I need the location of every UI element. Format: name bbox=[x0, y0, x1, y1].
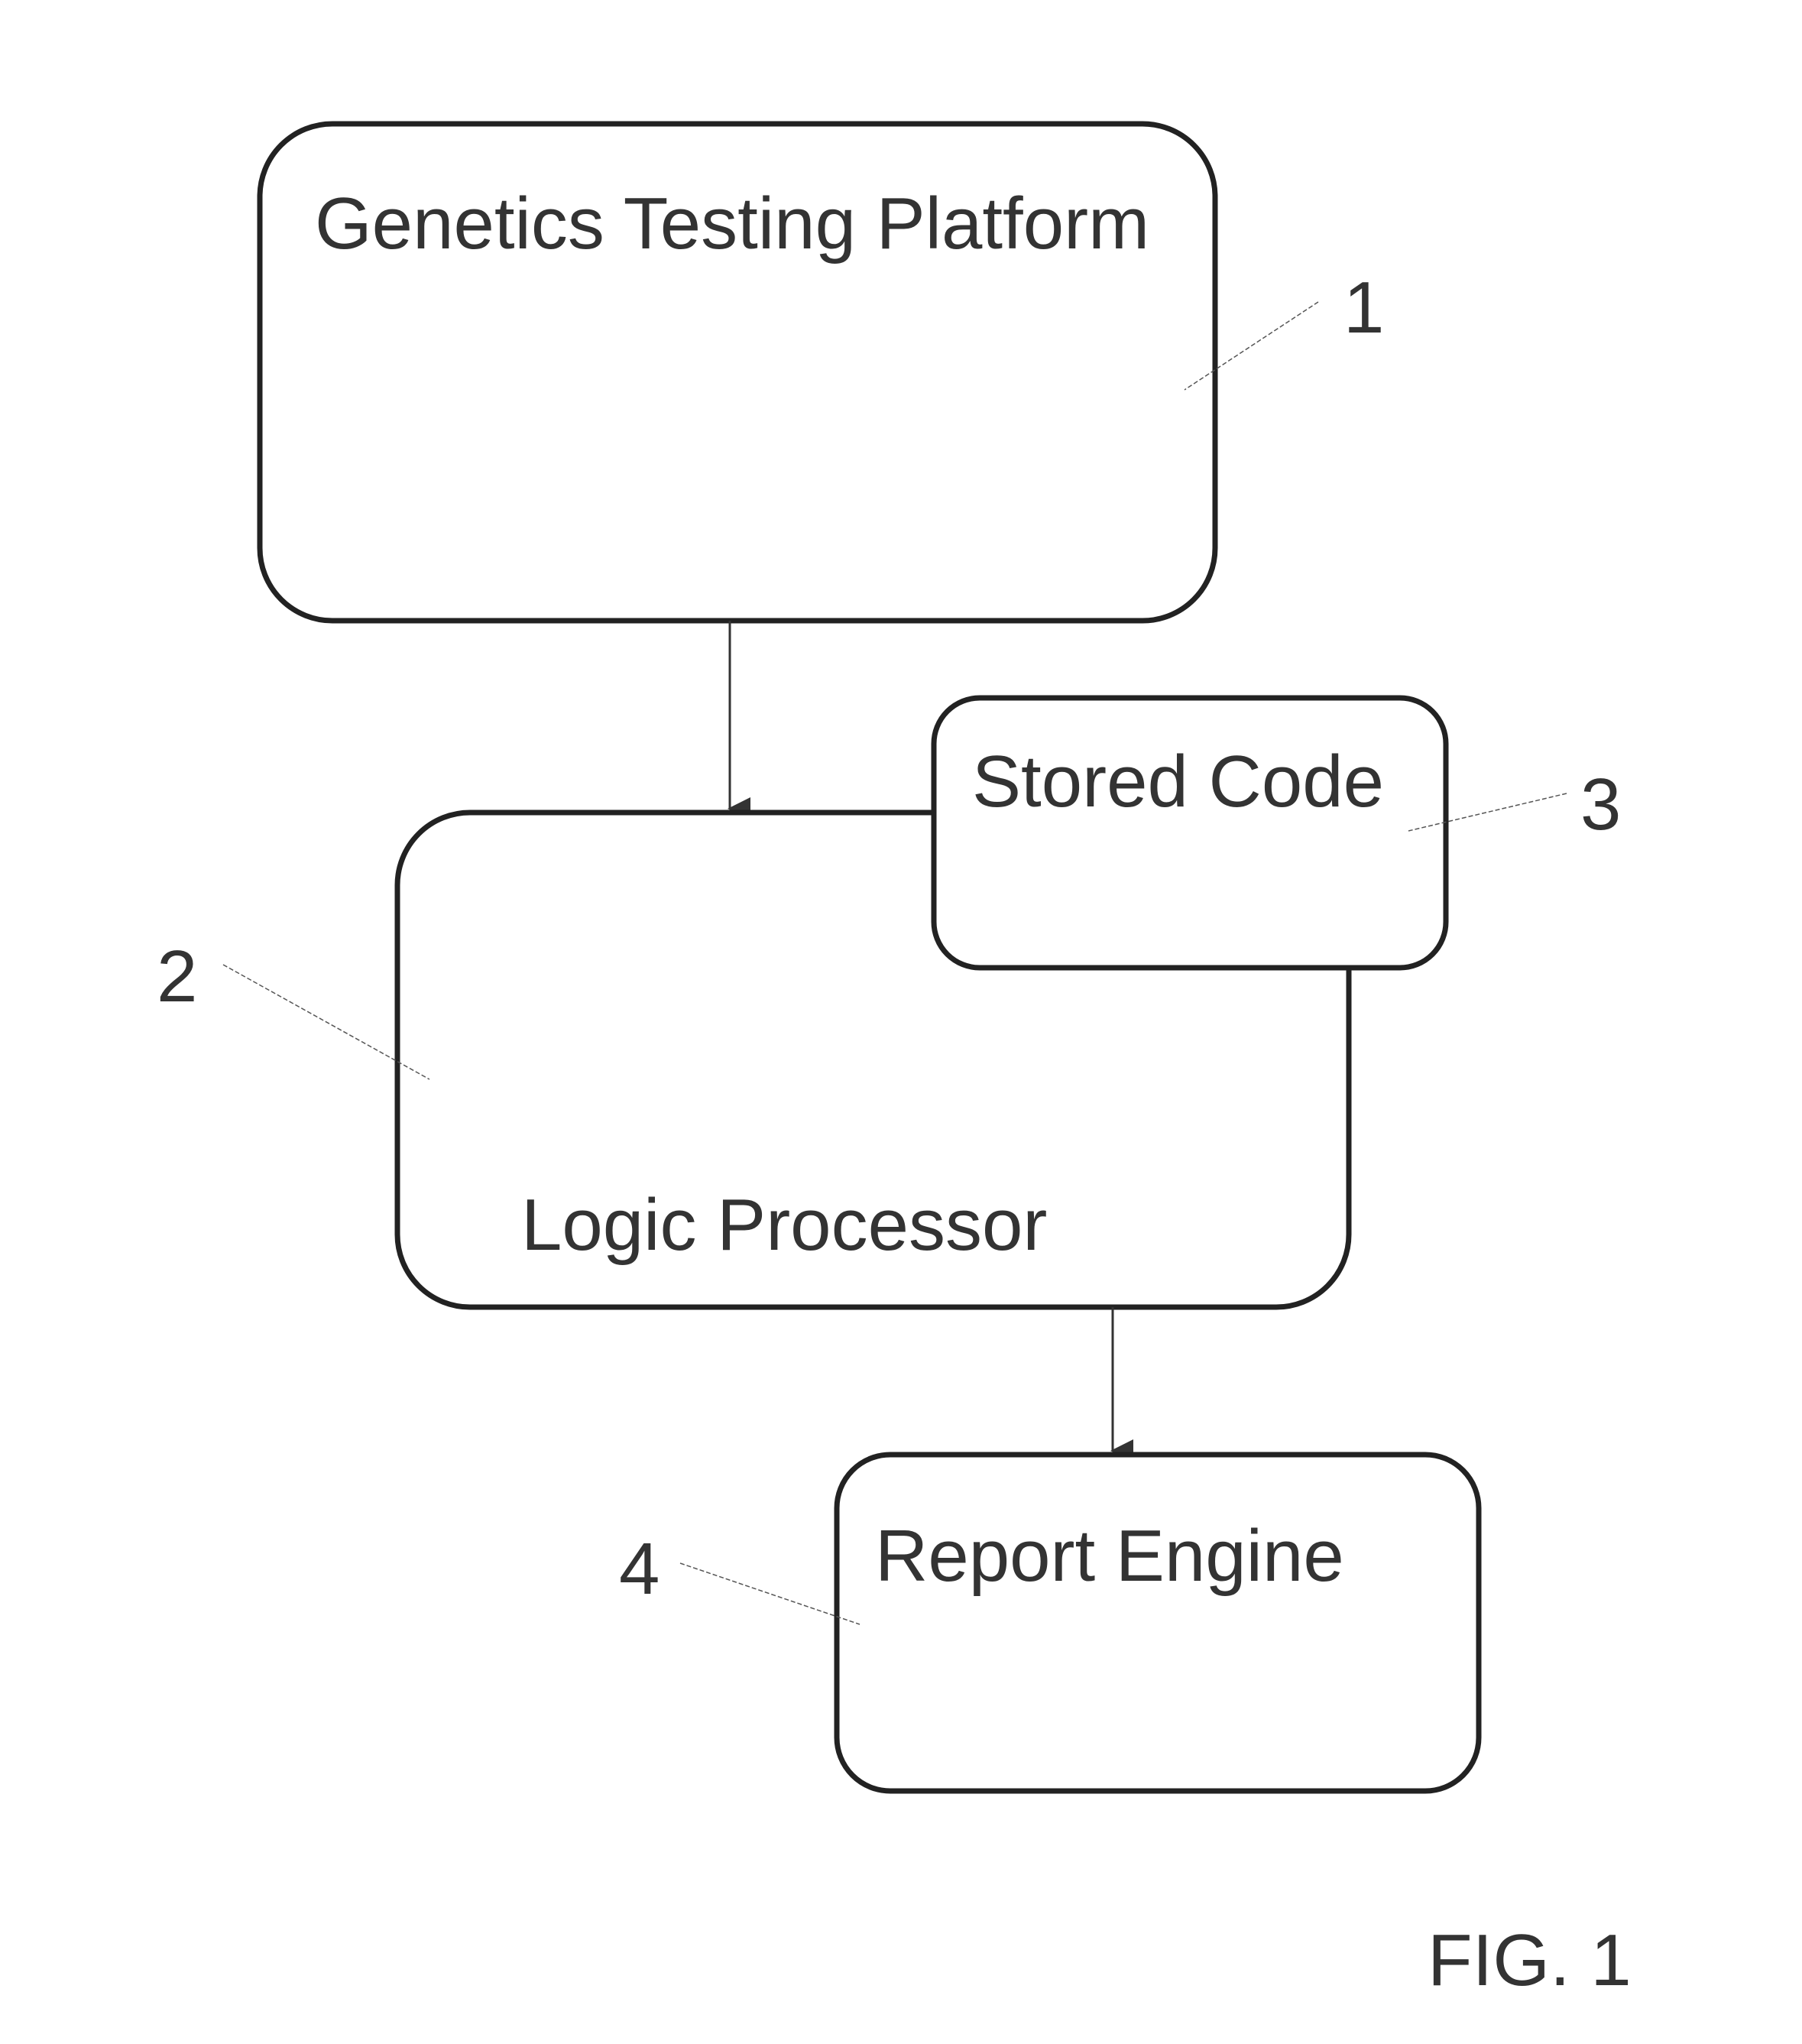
label-logic-processor: Logic Processor bbox=[521, 1184, 1047, 1266]
box-report-engine bbox=[834, 1452, 1482, 1794]
ref-numeral-2: 2 bbox=[157, 936, 197, 1017]
label-stored-code: Stored Code bbox=[972, 741, 1384, 822]
box-stored-code bbox=[931, 695, 1449, 971]
node-report-engine: Report Engine bbox=[834, 1452, 1482, 1794]
diagram-canvas: Genetics Testing Platform Logic Processo… bbox=[157, 121, 1632, 2001]
ref-numeral-1: 1 bbox=[1343, 267, 1384, 349]
node-stored-code: Stored Code bbox=[931, 695, 1449, 971]
node-genetics-testing-platform: Genetics Testing Platform bbox=[257, 121, 1218, 624]
leader-line-4 bbox=[679, 1562, 860, 1625]
ref-numeral-4: 4 bbox=[619, 1528, 660, 1610]
ref-numeral-3: 3 bbox=[1580, 764, 1621, 845]
label-report-engine: Report Engine bbox=[875, 1515, 1344, 1597]
label-genetics-testing-platform: Genetics Testing Platform bbox=[315, 183, 1149, 264]
figure-label: FIG. 1 bbox=[1428, 1919, 1632, 2001]
